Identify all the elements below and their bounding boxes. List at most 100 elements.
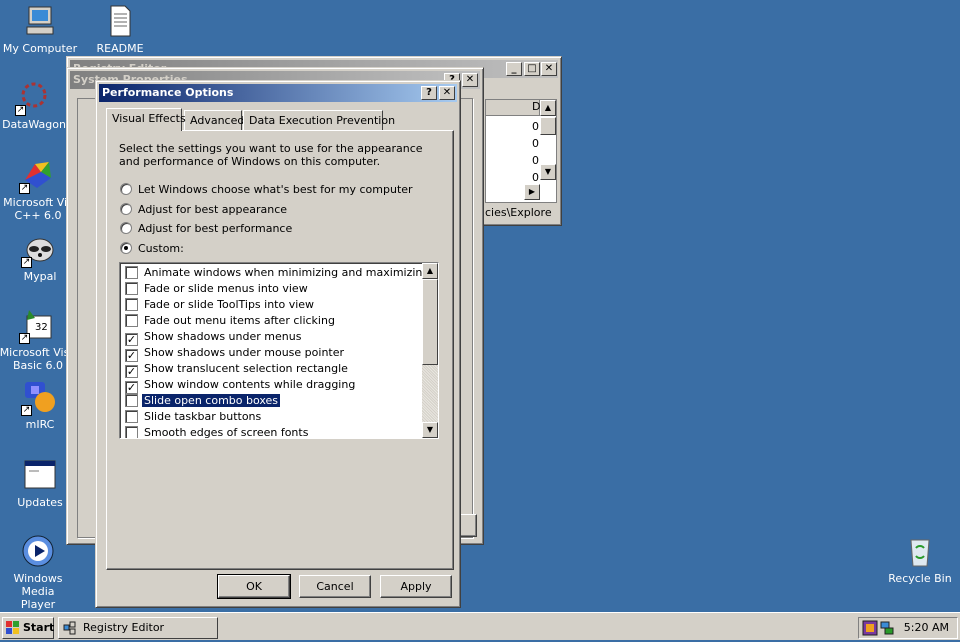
list-item-selected[interactable]: Slide open combo boxes xyxy=(125,393,281,409)
scroll-thumb[interactable] xyxy=(540,117,556,135)
value-cell: 0 xyxy=(532,171,539,184)
value-cell: 0 xyxy=(532,120,539,133)
status-bar: cies\Explore xyxy=(485,206,552,219)
item-label: Slide taskbar buttons xyxy=(144,410,262,423)
checkbox[interactable] xyxy=(125,282,138,295)
list-item[interactable]: Animate windows when minimizing and maxi… xyxy=(125,265,429,281)
radio-button[interactable] xyxy=(120,222,132,234)
close-button[interactable]: ✕ xyxy=(462,73,478,87)
taskbar: Start Registry Editor 5:20 AM xyxy=(0,612,960,640)
registry-editor-icon xyxy=(63,621,79,635)
raccoon-icon: ↗ xyxy=(21,232,57,268)
list-item[interactable]: Fade out menu items after clicking xyxy=(125,313,335,329)
checkbox[interactable] xyxy=(125,314,138,327)
radio-let-windows-choose[interactable]: Let Windows choose what's best for my co… xyxy=(120,182,413,198)
registry-values-list[interactable]: D 0 0 0 0 ▲ ▼ ▶ xyxy=(485,99,557,203)
performance-options-titlebar[interactable]: Performance Options ? ✕ xyxy=(99,84,457,102)
shortcut-arrow-icon: ↗ xyxy=(19,333,30,344)
list-item[interactable]: ✓ Show shadows under menus xyxy=(125,329,301,346)
radio-button[interactable] xyxy=(120,203,132,215)
list-item[interactable]: Fade or slide ToolTips into view xyxy=(125,297,314,313)
value-cell: 0 xyxy=(532,137,539,150)
radio-button[interactable] xyxy=(120,242,132,254)
tab-data-execution-prevention[interactable]: Data Execution Prevention xyxy=(243,110,395,130)
network-icon[interactable] xyxy=(879,620,895,636)
list-item[interactable]: ✓ Show window contents while dragging xyxy=(125,377,355,394)
item-label: Smooth edges of screen fonts xyxy=(144,426,309,439)
list-item[interactable]: Slide taskbar buttons xyxy=(125,409,261,425)
radio-button[interactable] xyxy=(120,183,132,195)
icon-label: Recycle Bin xyxy=(888,572,952,585)
scroll-right-button[interactable]: ▶ xyxy=(524,184,540,200)
item-label: Fade out menu items after clicking xyxy=(144,314,335,327)
value-cell: 0 xyxy=(532,154,539,167)
ok-button[interactable]: OK xyxy=(217,574,291,599)
sp-button[interactable] xyxy=(459,514,477,537)
visual-effects-list[interactable]: Animate windows when minimizing and maxi… xyxy=(119,262,439,439)
desktop-icon-wmp[interactable]: Windows Media Player xyxy=(0,534,78,611)
desktop-icon-datawagon[interactable]: ↗ DataWagon xyxy=(0,80,74,131)
shortcut-arrow-icon: ↗ xyxy=(21,405,32,416)
list-item[interactable]: Fade or slide menus into view xyxy=(125,281,308,297)
desktop-icon-recycle-bin[interactable]: Recycle Bin xyxy=(880,534,960,585)
list-item[interactable]: ✓ Show translucent selection rectangle xyxy=(125,361,348,378)
checkbox[interactable] xyxy=(125,298,138,311)
checkbox[interactable] xyxy=(125,410,138,423)
visual-effects-panel: Select the settings you want to use for … xyxy=(106,130,454,570)
button-label: Apply xyxy=(400,580,432,593)
radio-best-performance[interactable]: Adjust for best performance xyxy=(120,221,292,237)
item-label: Animate windows when minimizing and maxi… xyxy=(144,266,430,279)
radio-label: Adjust for best appearance xyxy=(138,203,288,216)
clock[interactable]: 5:20 AM xyxy=(904,618,949,638)
tab-advanced[interactable]: Advanced xyxy=(184,110,245,130)
icon-label: Windows Media Player xyxy=(13,572,63,611)
apply-button[interactable]: Apply xyxy=(380,575,452,598)
start-label: Start xyxy=(23,621,55,634)
maximize-button[interactable]: □ xyxy=(524,62,540,76)
scroll-thumb[interactable] xyxy=(422,279,438,365)
performance-options-dialog[interactable]: Performance Options ? ✕ Visual Effects A… xyxy=(95,80,461,608)
radio-custom[interactable]: Custom: xyxy=(120,241,184,257)
mirc-icon: ↗ xyxy=(21,380,57,416)
minimize-button[interactable]: _ xyxy=(506,62,522,76)
column-header-data[interactable]: D xyxy=(486,100,540,116)
visual-cpp-icon: ↗ xyxy=(19,158,55,194)
radio-label: Let Windows choose what's best for my co… xyxy=(138,183,413,196)
item-label: Fade or slide ToolTips into view xyxy=(144,298,315,311)
scroll-down-button[interactable]: ▼ xyxy=(422,422,438,438)
radio-label: Custom: xyxy=(138,242,184,255)
taskbar-item-registry-editor[interactable]: Registry Editor xyxy=(58,617,218,639)
button-label: OK xyxy=(246,580,262,593)
datawagon-icon: ↗ xyxy=(15,80,51,116)
recycle-bin-icon xyxy=(903,534,937,568)
desktop-icon-my-computer[interactable]: My Computer xyxy=(0,4,80,55)
start-button[interactable]: Start xyxy=(2,617,54,639)
scroll-up-button[interactable]: ▲ xyxy=(540,100,556,116)
tray-app-icon[interactable] xyxy=(862,620,878,636)
svg-text:32: 32 xyxy=(35,322,48,333)
checkbox[interactable] xyxy=(125,394,138,407)
list-item[interactable]: ✓ Show shadows under mouse pointer xyxy=(125,345,345,362)
desktop-icon-readme[interactable]: README xyxy=(80,4,160,55)
checkbox[interactable] xyxy=(125,266,138,279)
radio-best-appearance[interactable]: Adjust for best appearance xyxy=(120,202,287,218)
tab-label: Data Execution Prevention xyxy=(249,114,396,127)
scroll-down-button[interactable]: ▼ xyxy=(540,164,556,180)
list-item[interactable]: Smooth edges of screen fonts xyxy=(125,425,309,439)
system-tray: 5:20 AM xyxy=(858,617,958,639)
checkbox[interactable] xyxy=(125,426,138,438)
item-label: Show shadows under mouse pointer xyxy=(144,346,345,359)
scroll-up-button[interactable]: ▲ xyxy=(422,263,438,279)
radio-label: Adjust for best performance xyxy=(138,222,293,235)
windows-logo-icon xyxy=(6,621,20,635)
close-button[interactable]: ✕ xyxy=(541,62,557,76)
tab-label: Advanced xyxy=(190,114,245,127)
cancel-button[interactable]: Cancel xyxy=(299,575,371,598)
help-button[interactable]: ? xyxy=(421,86,437,100)
icon-label: My Computer xyxy=(2,42,78,55)
tab-strip: Visual Effects Advanced Data Execution P… xyxy=(106,108,452,132)
computer-icon xyxy=(23,4,57,38)
tab-visual-effects[interactable]: Visual Effects xyxy=(106,108,186,131)
task-label: Registry Editor xyxy=(83,621,165,634)
close-button[interactable]: ✕ xyxy=(439,86,455,100)
